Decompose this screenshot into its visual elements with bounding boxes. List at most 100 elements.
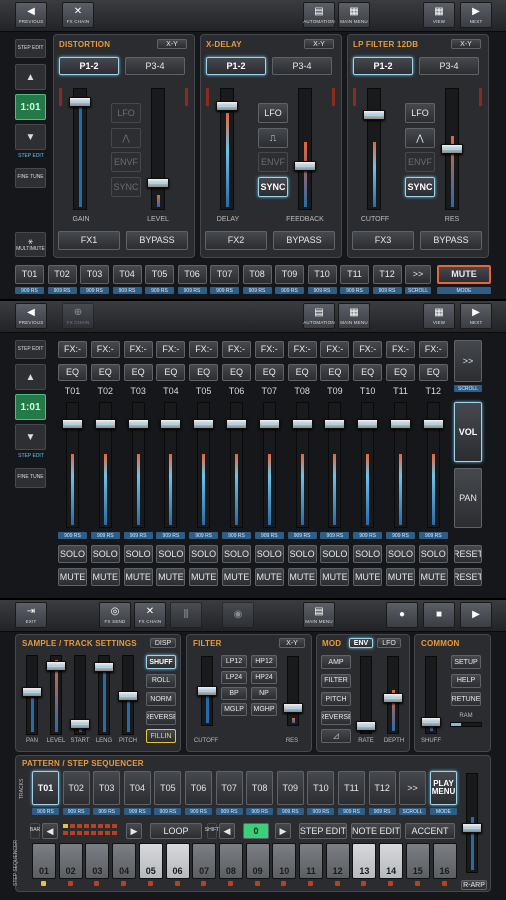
mute-button[interactable]: MUTE [123,568,153,586]
lfo-tab[interactable]: LFO [377,638,401,648]
step-key[interactable]: 12 [325,843,350,879]
track-button[interactable]: T12 [372,265,402,284]
fx-slot-button[interactable]: FX:- [58,341,87,358]
track-more-button[interactable]: >> [405,265,431,284]
automation-button[interactable]: ▤ AUTOMATION [303,303,335,329]
eq-button[interactable]: EQ [418,364,448,381]
play-menu-button[interactable]: PLAY MENU [430,771,457,805]
step-key[interactable]: 06 [165,843,190,879]
eq-button[interactable]: EQ [156,364,186,381]
filter-type-button[interactable]: LP12 [221,655,247,668]
mute-button[interactable]: MUTE [189,568,219,586]
common-button-0[interactable]: SETUP [451,655,481,669]
volume-fader[interactable] [357,419,379,430]
step-key[interactable]: 07 [192,843,217,879]
seq-level-fader[interactable] [462,822,482,833]
seq-track-button[interactable]: T06 [185,771,212,805]
solo-button[interactable]: SOLO [189,545,219,563]
fx-slot-button[interactable]: FX:- [418,341,448,358]
sample-option-1[interactable]: ROLL [146,673,176,688]
step-key[interactable]: 13 [352,843,377,879]
mod-button-3[interactable]: SYNC [111,177,141,197]
seq-track-button[interactable]: T05 [154,771,182,805]
seq-track-button[interactable]: T09 [276,771,304,805]
eq-button[interactable]: EQ [123,364,153,381]
track-button[interactable]: T07 [210,265,239,284]
seq-track-button[interactable]: T04 [123,771,151,805]
filter-type-button[interactable]: BP [221,687,247,700]
solo-button[interactable]: SOLO [287,545,317,563]
xy-button[interactable]: X-Y [451,39,481,49]
eq-button[interactable]: EQ [353,364,383,381]
fx-fader-b[interactable] [294,160,316,171]
shift-prev-button[interactable]: ◀ [219,823,235,839]
fine-tune-button[interactable]: FINE TUNE [15,168,46,188]
fx-select-button[interactable]: FX2 [205,231,267,250]
step-edit-toggle[interactable]: STEP EDIT [15,340,46,359]
mute-button[interactable]: MUTE [156,568,186,586]
step-key[interactable]: 03 [85,843,110,879]
filter-type-button[interactable]: MGHP [251,703,277,716]
solo-button[interactable]: SOLO [123,545,153,563]
mute-button[interactable]: MUTE [386,568,415,586]
seq-track-button[interactable]: T02 [62,771,90,805]
fx-slot-button[interactable]: FX:- [254,341,284,358]
shift-next-button[interactable]: ▶ [275,823,291,839]
fx-fader-a[interactable] [216,101,238,112]
fx-send-button[interactable]: ◎ FX SEND [99,602,131,628]
mod-button-1[interactable]: ⎍ [258,128,288,148]
sample-fader-pan[interactable] [22,686,42,697]
fx-slot-button[interactable]: FX:- [123,341,153,358]
main-menu-button[interactable]: ▦ MAIN MENU [338,303,370,329]
sample-option-3[interactable]: REVERSE [146,710,176,725]
main-menu-button[interactable]: ▦ MAIN MENU [338,2,370,28]
step-key[interactable]: 02 [58,843,83,879]
mod-target-button[interactable]: FILTER [321,673,351,688]
step-key[interactable]: 10 [272,843,297,879]
sample-option-0[interactable]: SHUFF [146,655,176,669]
mod-button-2[interactable]: ENVF [258,152,288,172]
filter-type-button[interactable]: MGLP [221,703,247,716]
previous-button[interactable]: ◀ PREVIOUS [15,2,47,28]
fx-select-button[interactable]: FX1 [58,231,120,250]
solo-button[interactable]: SOLO [58,545,87,563]
note-edit-button[interactable]: NOTE EDIT [351,823,401,839]
shuff-fader[interactable] [421,717,441,728]
res-fader[interactable] [283,702,303,713]
bypass-button[interactable]: BYPASS [420,231,482,250]
fx-slot-button[interactable]: FX:- [353,341,383,358]
record-screen-button[interactable]: ◉ [222,602,254,628]
track-button[interactable]: T06 [177,265,207,284]
record-button[interactable]: ● [386,602,418,628]
page-p3-4-button[interactable]: P3-4 [419,57,479,75]
fx-slot-button[interactable]: FX:- [287,341,317,358]
bypass-button[interactable]: BYPASS [273,231,335,250]
bar-next-button[interactable]: ▶ [126,823,142,839]
fx-fader-a[interactable] [69,96,91,107]
cutoff-fader[interactable] [197,686,217,696]
volume-fader[interactable] [258,419,280,430]
exit-button[interactable]: ⇥ EXIT [15,602,47,628]
track-button[interactable]: T04 [112,265,142,284]
depth-fader[interactable] [383,693,403,704]
multimute-button[interactable]: ⚹ MULTIMUTE [15,232,46,257]
filter-type-button[interactable]: NP [251,687,277,700]
sample-fader-leng[interactable] [94,662,114,672]
eq-button[interactable]: EQ [58,364,87,381]
mixer-button[interactable]: ⫼ [170,602,202,628]
volume-fader[interactable] [94,419,116,430]
step-key[interactable]: 16 [432,843,457,879]
mute-mode-button[interactable]: MUTE [437,265,491,284]
page-p3-4-button[interactable]: P3-4 [125,57,185,75]
volume-fader[interactable] [324,419,346,430]
step-key[interactable]: 15 [405,843,430,879]
mod-button-0[interactable]: LFO [405,103,435,123]
step-key[interactable]: 08 [218,843,243,879]
reset-mute-button[interactable]: RESET [454,568,482,586]
step-key[interactable]: 09 [245,843,270,879]
solo-button[interactable]: SOLO [386,545,415,563]
filter-type-button[interactable]: HP12 [251,655,277,668]
track-button[interactable]: T10 [307,265,337,284]
view-button[interactable]: ▦ VIEW [423,303,455,329]
seq-track-button[interactable]: T03 [93,771,121,805]
